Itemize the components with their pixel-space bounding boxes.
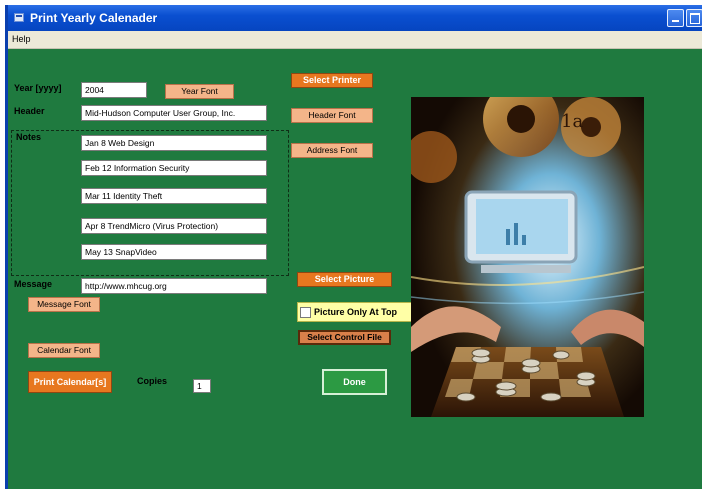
picture-only-at-top-option[interactable]: Picture Only At Top [297, 302, 414, 322]
copies-label: Copies [137, 376, 168, 386]
menu-bar: Help [8, 31, 702, 49]
done-button[interactable]: Done [322, 369, 387, 395]
copies-input[interactable]: 1 [193, 379, 211, 393]
note-input-1[interactable]: Jan 8 Web Design [81, 135, 267, 151]
select-picture-button[interactable]: Select Picture [297, 272, 392, 287]
window-title: Print Yearly Calenader [30, 11, 158, 25]
technology-collage-image: 1a [411, 97, 644, 417]
year-label: Year [yyyy] [14, 83, 62, 93]
notes-label: Notes [16, 132, 42, 142]
picture-only-at-top-checkbox[interactable] [300, 307, 311, 318]
picture-only-at-top-label: Picture Only At Top [314, 307, 398, 317]
maximize-icon[interactable] [686, 9, 702, 27]
note-input-3[interactable]: Mar 11 Identity Theft [81, 188, 267, 204]
calendar-font-button[interactable]: Calendar Font [28, 343, 100, 358]
minimize-icon[interactable] [667, 9, 684, 27]
header-input[interactable]: Mid-Hudson Computer User Group, Inc. [81, 105, 267, 121]
svg-text:1a: 1a [561, 111, 583, 132]
year-input[interactable]: 2004 [81, 82, 147, 98]
note-input-2[interactable]: Feb 12 Information Security [81, 160, 267, 176]
address-font-button[interactable]: Address Font [291, 143, 373, 158]
message-label: Message [14, 279, 53, 289]
note-input-4[interactable]: Apr 8 TrendMicro (Virus Protection) [81, 218, 267, 234]
note-input-5[interactable]: May 13 SnapVideo [81, 244, 267, 260]
year-font-button[interactable]: Year Font [165, 84, 234, 99]
title-bar[interactable]: Print Yearly Calenader [8, 5, 702, 31]
application-window: Print Yearly Calenader Help Year [yyyy] … [5, 5, 702, 489]
app-icon[interactable] [14, 13, 24, 22]
message-input[interactable]: http://www.mhcug.org [81, 278, 267, 294]
calendar-picture: 1a [411, 97, 644, 417]
print-calendars-button[interactable]: Print Calendar[s] [28, 371, 112, 393]
header-font-button[interactable]: Header Font [291, 108, 373, 123]
menu-help[interactable]: Help [12, 34, 31, 44]
message-font-button[interactable]: Message Font [28, 297, 100, 312]
header-label: Header [14, 106, 45, 116]
select-printer-button[interactable]: Select Printer [291, 73, 373, 88]
select-control-file-button[interactable]: Select Control File [298, 330, 391, 345]
